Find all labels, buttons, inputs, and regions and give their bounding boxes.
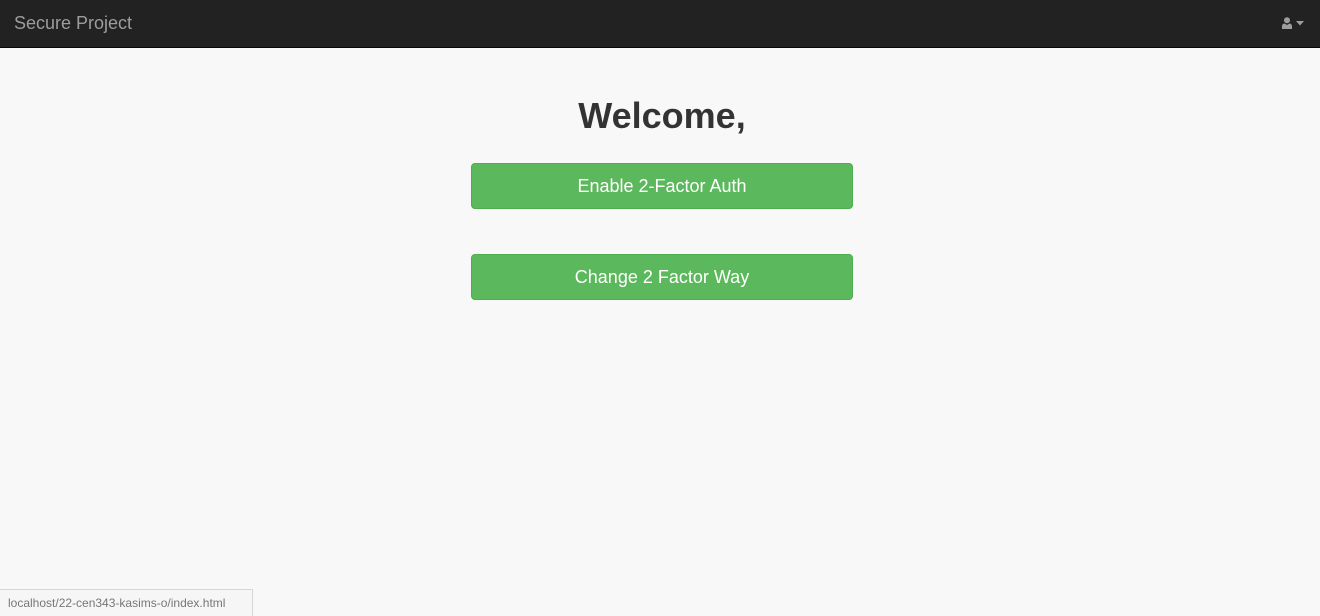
- page-title: Welcome,: [578, 95, 746, 136]
- user-menu-toggle[interactable]: [1282, 16, 1304, 30]
- change-2fa-way-button[interactable]: Change 2 Factor Way: [471, 254, 853, 300]
- main-content: Welcome, Enable 2-Factor Auth Change 2 F…: [0, 48, 1320, 616]
- caret-down-icon: [1296, 20, 1304, 26]
- status-bar-url: localhost/22-cen343-kasims-o/index.html: [0, 589, 253, 616]
- enable-2fa-button[interactable]: Enable 2-Factor Auth: [471, 163, 853, 209]
- brand-link[interactable]: Secure Project: [14, 12, 132, 34]
- navbar: Secure Project: [0, 0, 1320, 48]
- user-icon: [1282, 17, 1292, 29]
